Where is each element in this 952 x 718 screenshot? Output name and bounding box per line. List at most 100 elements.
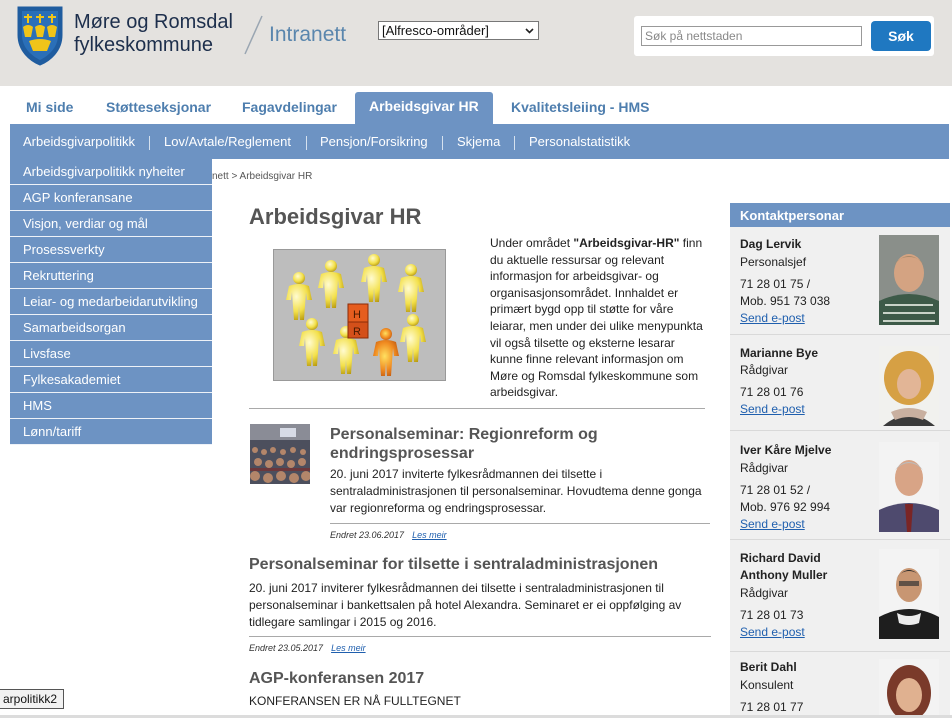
subnav-divider	[149, 136, 150, 150]
news-title-personalseminar-tilsette[interactable]: Personalseminar for tilsette i sentralad…	[249, 556, 658, 574]
contact-card: Dag Lervik Personalsjef 71 28 01 75 / Mo…	[730, 227, 950, 335]
subnav-personalstatistikk[interactable]: Personalstatistikk	[529, 124, 630, 159]
contact-photo	[879, 549, 939, 639]
contact-role: Personalsjef	[740, 255, 807, 269]
send-email-link[interactable]: Send e-post	[740, 311, 805, 325]
menu-item-visjon[interactable]: Visjon, verdiar og mål	[10, 211, 212, 237]
arbeidsgivarpolitikk-dropdown-menu: Arbeidsgivarpolitikk nyheiter AGP konfer…	[10, 159, 212, 445]
contact-mobile: Mob. 951 73 038	[740, 294, 831, 308]
news-modified-date: Endret 23.06.2017	[330, 530, 405, 540]
contact-role: Rådgivar	[740, 586, 789, 600]
contact-role: Konsulent	[740, 678, 794, 692]
news-summary: 20. juni 2017 inviterer fylkesrådmannen …	[249, 581, 682, 629]
contact-name: Dag Lervik	[740, 237, 802, 251]
news-modified-date: Endret 23.05.2017	[249, 643, 324, 653]
news-meta: Endret 23.05.2017 Les meir	[249, 643, 366, 653]
contact-photo	[879, 442, 939, 532]
contact-phone: 71 28 01 76	[740, 385, 804, 399]
intro-text-end: finn du aktuelle ressursar og relevant i…	[490, 236, 703, 400]
subnav-skjema[interactable]: Skjema	[457, 124, 500, 159]
chevron-down-icon	[525, 28, 534, 34]
divider-slash-icon	[244, 15, 263, 55]
search-box: Søk på nettstaden Søk	[634, 16, 934, 56]
contact-role: Rådgivar	[740, 363, 789, 377]
divider	[330, 523, 710, 524]
news-title-personalseminar-regionreform[interactable]: Personalseminar: Regionreform og endring…	[330, 425, 680, 463]
news-summary: 20. juni 2017 inviterte fylkesrådmannen …	[330, 467, 702, 515]
menu-item-nyheiter[interactable]: Arbeidsgivarpolitikk nyheiter	[10, 159, 212, 185]
tab-kvalitetsleiing-hms[interactable]: Kvalitetsleiing - HMS	[497, 94, 663, 126]
read-more-link[interactable]: Les meir	[331, 643, 366, 653]
seminar-photo-thumbnail[interactable]	[250, 424, 310, 484]
tab-stotteseksjonar[interactable]: Støtteseksjonar	[92, 94, 225, 126]
hero-letter-r: R	[353, 326, 361, 338]
hr-illustration-image: H R	[273, 249, 446, 381]
site-name[interactable]: Intranett	[269, 23, 346, 47]
contacts-panel: Kontaktpersonar Dag Lervik Personalsjef …	[730, 203, 950, 718]
news-summary: KONFERANSEN ER NÅ FULLTEGNET	[249, 694, 461, 708]
intro-text: Under området "Arbeidsgivar-HR" finn du …	[490, 235, 705, 401]
contact-name: Marianne Bye	[740, 346, 819, 360]
search-input[interactable]: Søk på nettstaden	[641, 26, 862, 46]
news-title-agp-konferansen[interactable]: AGP-konferansen 2017	[249, 670, 424, 688]
sub-navigation: Arbeidsgivarpolitikk Lov/Avtale/Reglemen…	[10, 124, 949, 159]
tab-fagavdelingar[interactable]: Fagavdelingar	[228, 94, 351, 126]
news-meta: Endret 23.06.2017 Les meir	[330, 530, 447, 540]
logo-line-2: fylkeskommune	[74, 34, 213, 56]
contacts-heading: Kontaktpersonar	[730, 203, 950, 227]
contact-phone: 71 28 01 73	[740, 608, 804, 622]
menu-item-lonn-tariff[interactable]: Lønn/tariff	[10, 419, 212, 445]
county-name-logo[interactable]: Møre og Romsdal fylkeskommune	[74, 11, 233, 57]
contact-phone: 71 28 01 77	[740, 700, 804, 714]
menu-item-hms[interactable]: HMS	[10, 393, 212, 419]
contact-name: Berit Dahl	[740, 660, 797, 674]
menu-item-rekruttering[interactable]: Rekruttering	[10, 263, 212, 289]
page-title: Arbeidsgivar HR	[249, 204, 422, 229]
contact-name: Iver Kåre Mjelve	[740, 443, 832, 457]
send-email-link[interactable]: Send e-post	[740, 402, 805, 416]
subnav-divider	[306, 136, 307, 150]
county-coat-of-arms-icon[interactable]	[16, 5, 64, 67]
contact-card: Marianne Bye Rådgivar 71 28 01 76 Send e…	[730, 336, 950, 431]
tab-mi-side[interactable]: Mi side	[12, 94, 87, 126]
subnav-divider	[514, 136, 515, 150]
subnav-pensjon-forsikring[interactable]: Pensjon/Forsikring	[320, 124, 428, 159]
contact-name: Richard David Anthony Muller	[740, 551, 828, 582]
contact-mobile: Mob. 976 92 994	[740, 500, 831, 514]
contact-photo	[879, 346, 939, 426]
contact-phone: 71 28 01 75 /	[740, 277, 811, 291]
contact-card: Iver Kåre Mjelve Rådgivar 71 28 01 52 / …	[730, 432, 950, 540]
contact-card: Richard David Anthony Muller Rådgivar 71…	[730, 541, 950, 652]
tab-arbeidsgivar-hr[interactable]: Arbeidsgivar HR	[355, 92, 493, 124]
alfresco-area-select[interactable]: [Alfresco-områder]	[378, 21, 539, 40]
read-more-link[interactable]: Les meir	[412, 530, 447, 540]
menu-item-fylkesakademiet[interactable]: Fylkesakademiet	[10, 367, 212, 393]
divider	[249, 636, 711, 637]
subnav-lov-avtale-reglement[interactable]: Lov/Avtale/Reglement	[164, 124, 291, 159]
contact-photo	[879, 659, 939, 718]
subnav-divider	[442, 136, 443, 150]
divider	[249, 408, 705, 409]
link-tooltip: arpolitikk2	[0, 689, 65, 709]
contact-phone: 71 28 01 52 /	[740, 483, 811, 497]
intro-text-highlight: "Arbeidsgivar-HR"	[573, 236, 680, 250]
subnav-arbeidsgivarpolitikk[interactable]: Arbeidsgivarpolitikk	[23, 124, 135, 159]
main-tabs: Mi side Støtteseksjonar Fagavdelingar Ar…	[0, 86, 952, 124]
logo-line-1: Møre og Romsdal	[74, 11, 233, 33]
menu-item-prosessverkty[interactable]: Prosessverkty	[10, 237, 212, 263]
send-email-link[interactable]: Send e-post	[740, 625, 805, 639]
site-header: Møre og Romsdal fylkeskommune Intranett …	[0, 0, 952, 86]
breadcrumb[interactable]: nett > Arbeidsgivar HR	[212, 171, 312, 182]
search-button[interactable]: Søk	[871, 21, 931, 51]
intro-text-start: Under området	[490, 236, 574, 250]
send-email-link[interactable]: Send e-post	[740, 517, 805, 531]
hero-letter-h: H	[353, 309, 361, 321]
contact-card: Berit Dahl Konsulent 71 28 01 77	[730, 653, 950, 718]
menu-item-livsfase[interactable]: Livsfase	[10, 341, 212, 367]
contact-photo	[879, 235, 939, 325]
area-select-value: [Alfresco-områder]	[382, 23, 489, 38]
menu-item-leiar-medarbeidarutvikling[interactable]: Leiar- og medarbeidarutvikling	[10, 289, 212, 315]
contact-role: Rådgivar	[740, 461, 789, 475]
menu-item-samarbeidsorgan[interactable]: Samarbeidsorgan	[10, 315, 212, 341]
menu-item-agp-konferansane[interactable]: AGP konferansane	[10, 185, 212, 211]
